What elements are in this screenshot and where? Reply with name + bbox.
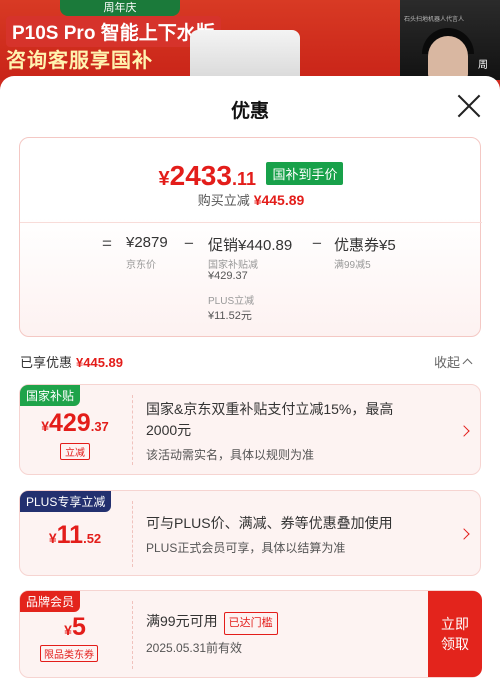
spokesperson-caption: 石头扫地机器人代言人: [404, 17, 465, 23]
equals-sign: =: [102, 234, 112, 253]
coupon-stamp: 立减: [60, 443, 90, 460]
spokesperson-face: [428, 36, 468, 80]
coupon-amount-integer: 11: [56, 521, 84, 549]
plus-discount-label: PLUS立减: [208, 296, 255, 307]
purchase-discount-label: 购买立减: [197, 193, 250, 208]
jd-price-label: 京东价: [126, 260, 156, 271]
coupon-amount: ¥5: [20, 613, 130, 642]
banner-subheadline: 咨询客服享国补: [6, 50, 153, 72]
coupon-currency: ¥: [48, 530, 57, 546]
coupon-card-plus[interactable]: PLUS专享立减 ¥11.52 可与PLUS价、满减、券等优惠叠加使用 PLUS…: [19, 490, 481, 576]
coupon-subtext: PLUS正式会员可享，具体以结算为准: [146, 541, 346, 555]
coupon-stamp: 限品类东券: [40, 645, 98, 662]
coupon-description-line1: 满99元可用: [146, 613, 218, 629]
coupon-divider: [132, 395, 133, 465]
final-price-integer: 2433: [169, 160, 232, 191]
coupon-amount-integer: 429: [49, 409, 91, 437]
national-subsidy-label: 国家补贴减: [208, 260, 258, 271]
chevron-right-icon: [458, 425, 470, 437]
enjoyed-discount-label: 已享优惠: [20, 355, 73, 370]
anniversary-label: 周年庆: [60, 0, 180, 16]
coupon-total: 优惠券¥5: [334, 237, 396, 254]
final-price-decimal: .11: [231, 169, 256, 189]
product-image: [190, 30, 300, 80]
enjoyed-discount-value: ¥445.89: [76, 355, 124, 370]
plus-discount-value: ¥11.52元: [208, 310, 252, 322]
coupon-description-line2: 2000元: [146, 422, 192, 438]
coupon-subtext: 该活动需实名，具体以规则为准: [146, 448, 315, 462]
coupon-amount: ¥429.37: [20, 409, 130, 438]
promotion-total: 促销¥440.89: [208, 237, 293, 254]
sheet-title: 优惠: [230, 101, 269, 122]
coupon-badge: PLUS专享立减: [20, 491, 112, 512]
coupon-description: 国家&京东双重补贴支付立减15%，最高 2000元: [146, 399, 446, 441]
minus-sign: −: [184, 234, 194, 253]
coupon-description: 可与PLUS价、满减、券等优惠叠加使用: [146, 515, 393, 531]
coupon-amount-integer: 5: [71, 613, 86, 641]
coupon-card-brand-member: 品牌会员 ¥5 限品类东券 满99元可用 已达门槛 2025.05.31前有效 立…: [19, 590, 482, 678]
coupon-badge: 品牌会员: [20, 591, 81, 612]
coupon-divider: [132, 601, 133, 669]
threshold-reached-badge: 已达门槛: [223, 612, 278, 635]
discount-sheet: 优惠 ¥2433.11 国补到手价 购买立减 ¥445.89 = ¥2879 京东…: [0, 76, 500, 697]
final-price-tag: 国补到手价: [266, 162, 344, 185]
coupon-amount-decimal: .52: [83, 531, 102, 546]
final-price-currency: ¥: [158, 168, 170, 190]
coupon-expiry: 2025.05.31前有效: [146, 641, 243, 655]
collapse-label: 收起: [434, 355, 461, 370]
chevron-right-icon: [458, 528, 470, 540]
spokesperson-name: 周: [478, 60, 488, 71]
coupon-amount-decimal: .37: [90, 419, 109, 434]
jd-price: ¥2879: [126, 234, 168, 251]
coupon-card-national-subsidy[interactable]: 国家补贴 ¥429.37 立减 国家&京东双重补贴支付立减15%，最高 2000…: [19, 384, 481, 475]
coupon-badge: 国家补贴: [20, 385, 81, 406]
coupon-currency: ¥: [64, 622, 72, 638]
minus-sign-2: −: [312, 234, 322, 253]
banner-headline: P10S Pro 智能上下水版: [6, 16, 221, 47]
spokesperson-image: 石头扫地机器人代言人 周: [400, 0, 500, 80]
chevron-up-icon: [462, 358, 473, 369]
collapse-button[interactable]: 收起: [434, 352, 473, 371]
national-subsidy-value: ¥429.37: [208, 270, 248, 282]
final-price: ¥2433.11 国补到手价: [20, 160, 482, 192]
coupon-description: 满99元可用 已达门槛: [146, 611, 446, 635]
coupon-divider: [132, 501, 133, 567]
claim-now-button[interactable]: 立即 领取: [428, 591, 482, 677]
price-breakdown-card: ¥2433.11 国补到手价 购买立减 ¥445.89 = ¥2879 京东价 −…: [19, 137, 482, 337]
coupon-description-line1: 国家&京东双重补贴支付立减15%，最高: [146, 401, 394, 417]
divider: [20, 222, 482, 223]
coupon-currency: ¥: [41, 418, 49, 434]
coupon-amount: ¥11.52: [20, 521, 130, 550]
coupon-threshold: 满99减5: [334, 260, 371, 271]
enjoyed-discount: 已享优惠 ¥445.89: [20, 352, 123, 371]
product-banner: 周年庆 P10S Pro 智能上下水版 咨询客服享国补 石头扫地机器人代言人 周: [0, 0, 500, 80]
purchase-discount: 购买立减 ¥445.89: [20, 190, 482, 209]
close-icon[interactable]: [456, 93, 482, 119]
purchase-discount-value: ¥445.89: [253, 192, 305, 208]
